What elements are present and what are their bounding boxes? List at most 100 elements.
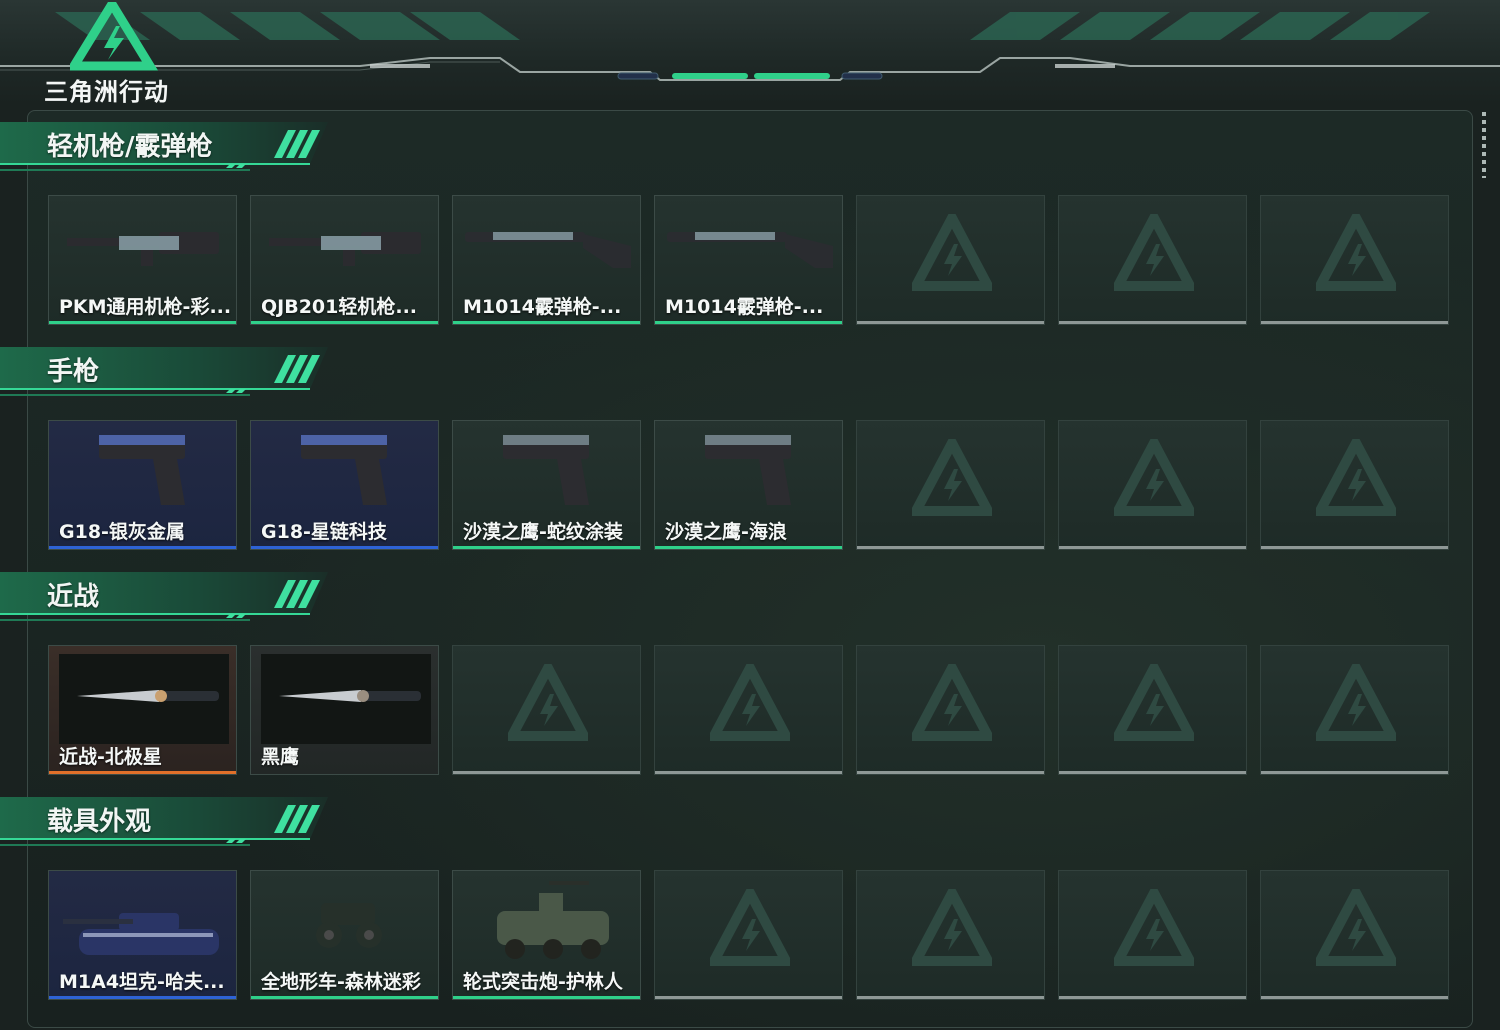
item-name: 沙漠之鹰-蛇纹涂装 <box>463 521 623 543</box>
item-card[interactable]: 近战-北极星 <box>48 645 237 775</box>
item-card[interactable]: 黑鹰 <box>250 645 439 775</box>
item-name: 全地形车-森林迷彩 <box>261 971 421 993</box>
item-grid-row: PKM通用机枪-彩... QJB201轻机枪... M1014霰弹枪-... M101… <box>48 195 1450 325</box>
slot-bar <box>857 546 1044 549</box>
quality-bar <box>49 771 236 774</box>
empty-slot-logo-icon <box>912 439 992 516</box>
item-grid-row: M1A4坦克-哈夫... 全地形车-森林迷彩 轮式突击炮-护林人 <box>48 870 1450 1000</box>
item-grid-row: 近战-北极星 黑鹰 <box>48 645 1450 775</box>
quality-bar <box>655 321 842 324</box>
section-header: 手枪 <box>0 345 335 399</box>
item-card[interactable]: M1014霰弹枪-... <box>654 195 843 325</box>
item-name: M1A4坦克-哈夫... <box>59 971 225 993</box>
slot-bar <box>1059 771 1246 774</box>
item-name: G18-银灰金属 <box>59 521 185 543</box>
empty-slot-logo-icon <box>1316 214 1396 291</box>
item-name: M1014霰弹枪-... <box>463 296 622 318</box>
item-name: QJB201轻机枪... <box>261 296 418 318</box>
empty-slot-logo-icon <box>710 664 790 741</box>
empty-slot-logo-icon <box>1316 664 1396 741</box>
item-grid-row: G18-银灰金属 G18-星链科技 沙漠之鹰-蛇纹涂装 沙漠之鹰-海浪 <box>48 420 1450 550</box>
empty-slot-logo-icon <box>1114 214 1194 291</box>
empty-item-slot <box>452 645 641 775</box>
item-card[interactable]: 沙漠之鹰-蛇纹涂装 <box>452 420 641 550</box>
slot-bar <box>1261 771 1448 774</box>
empty-slot-logo-icon <box>1114 439 1194 516</box>
quality-bar <box>655 546 842 549</box>
empty-slot-logo-icon <box>912 214 992 291</box>
item-card[interactable]: QJB201轻机枪... <box>250 195 439 325</box>
empty-item-slot <box>1260 195 1449 325</box>
item-card[interactable]: M1A4坦克-哈夫... <box>48 870 237 1000</box>
quality-bar <box>49 996 236 999</box>
quality-bar <box>251 996 438 999</box>
quality-bar <box>251 771 438 774</box>
quality-bar <box>453 321 640 324</box>
empty-slot-logo-icon <box>912 889 992 966</box>
empty-slot-logo-icon <box>1316 439 1396 516</box>
slot-bar <box>655 996 842 999</box>
section-title: 轻机枪/霰弹枪 <box>47 132 213 162</box>
quality-bar <box>251 321 438 324</box>
item-name: PKM通用机枪-彩... <box>59 296 232 318</box>
item-card[interactable]: 轮式突击炮-护林人 <box>452 870 641 1000</box>
empty-item-slot <box>1260 645 1449 775</box>
item-card[interactable]: G18-银灰金属 <box>48 420 237 550</box>
item-card[interactable]: G18-星链科技 <box>250 420 439 550</box>
item-name: 近战-北极星 <box>59 746 162 768</box>
empty-item-slot <box>654 870 843 1000</box>
item-name: M1014霰弹枪-... <box>665 296 824 318</box>
logo-triangle-icon <box>70 2 159 71</box>
quality-bar <box>453 546 640 549</box>
slot-bar <box>857 996 1044 999</box>
section-header: 近战 <box>0 570 335 624</box>
slot-bar <box>1261 546 1448 549</box>
empty-slot-logo-icon <box>1114 889 1194 966</box>
quality-bar <box>453 996 640 999</box>
empty-item-slot <box>1260 870 1449 1000</box>
item-name: 轮式突击炮-护林人 <box>463 971 623 993</box>
empty-slot-logo-icon <box>1114 664 1194 741</box>
empty-item-slot <box>1260 420 1449 550</box>
empty-slot-logo-icon <box>508 664 588 741</box>
empty-slot-logo-icon <box>912 664 992 741</box>
empty-item-slot <box>1058 645 1247 775</box>
empty-item-slot <box>856 195 1045 325</box>
scrollbar-indicator[interactable] <box>1482 112 1486 178</box>
empty-slot-logo-icon <box>1316 889 1396 966</box>
slot-bar <box>655 771 842 774</box>
slot-bar <box>1261 321 1448 324</box>
top-banner: 三角洲行动 <box>0 0 1500 106</box>
empty-item-slot <box>1058 420 1247 550</box>
empty-item-slot <box>856 420 1045 550</box>
empty-item-slot <box>1058 195 1247 325</box>
section-title: 手枪 <box>47 357 100 387</box>
quality-bar <box>49 321 236 324</box>
quality-bar <box>251 546 438 549</box>
item-card[interactable]: 沙漠之鹰-海浪 <box>654 420 843 550</box>
section-title: 载具外观 <box>47 807 152 837</box>
slot-bar <box>1059 321 1246 324</box>
item-name: 黑鹰 <box>261 746 300 768</box>
empty-item-slot <box>654 645 843 775</box>
section-header: 载具外观 <box>0 795 335 849</box>
section-title: 近战 <box>47 582 100 612</box>
slot-bar <box>1261 996 1448 999</box>
empty-item-slot <box>1058 870 1247 1000</box>
banner-decoration <box>0 12 1500 81</box>
logo-text: 三角洲行动 <box>44 78 169 106</box>
slot-bar <box>857 771 1044 774</box>
quality-bar <box>49 546 236 549</box>
item-card[interactable]: 全地形车-森林迷彩 <box>250 870 439 1000</box>
empty-item-slot <box>856 870 1045 1000</box>
slot-bar <box>857 321 1044 324</box>
slot-bar <box>1059 996 1246 999</box>
empty-slot-logo-icon <box>710 889 790 966</box>
item-card[interactable]: M1014霰弹枪-... <box>452 195 641 325</box>
item-name: 沙漠之鹰-海浪 <box>665 521 787 543</box>
section-header: 轻机枪/霰弹枪 <box>0 120 335 174</box>
item-name: G18-星链科技 <box>261 521 387 543</box>
slot-bar <box>453 771 640 774</box>
empty-item-slot <box>856 645 1045 775</box>
item-card[interactable]: PKM通用机枪-彩... <box>48 195 237 325</box>
